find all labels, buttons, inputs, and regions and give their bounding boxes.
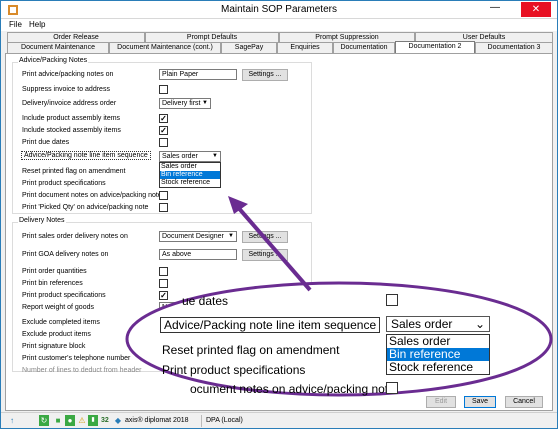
callout-arrow — [228, 196, 312, 292]
